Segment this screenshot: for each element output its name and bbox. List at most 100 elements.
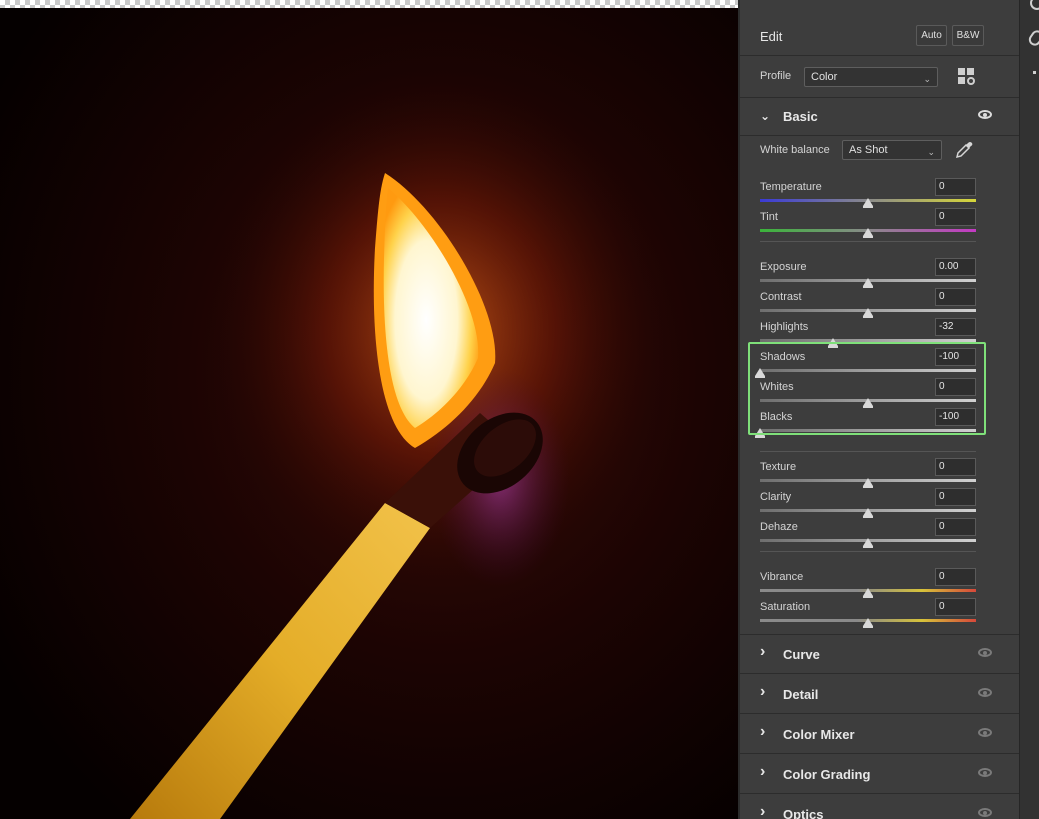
slider-label: Saturation [760,601,811,613]
divider [760,451,976,452]
slider-value-input[interactable]: 0 [935,288,976,306]
eye-icon[interactable] [978,648,992,657]
chevron-right-icon: › [760,803,766,819]
white-balance-dropdown[interactable]: As Shot ⌄ [842,140,942,160]
white-balance-value: As Shot [849,144,888,156]
slider-saturation[interactable]: Saturation 0 [760,598,976,631]
grid-icon[interactable] [958,68,976,86]
slider-value-input[interactable]: 0 [935,178,976,196]
slider-label: Dehaze [760,521,798,533]
slider-label: Shadows [760,351,806,363]
chevron-down-icon: ⌄ [923,74,931,84]
edit-tool-icon[interactable] [1030,0,1039,10]
eye-icon[interactable] [978,808,992,817]
slider-value-input[interactable]: 0 [935,208,976,226]
chevron-right-icon: › [760,723,766,740]
section-optics[interactable]: › Optics [740,796,1021,819]
slider-vibrance[interactable]: Vibrance 0 [760,568,976,601]
chevron-right-icon: › [760,763,766,780]
slider-tint[interactable]: Tint 0 [760,208,976,241]
slider-value-input[interactable]: 0 [935,458,976,476]
auto-button[interactable]: Auto [916,25,947,46]
section-curve[interactable]: › Curve [740,636,1021,674]
slider-label: Texture [760,461,797,473]
section-detail[interactable]: › Detail [740,676,1021,714]
more-tools-icon[interactable] [1033,71,1036,74]
divider [760,551,976,552]
divider [760,241,976,242]
slider-label: Blacks [760,411,793,423]
slider-clarity[interactable]: Clarity 0 [760,488,976,521]
slider-thumb[interactable] [863,538,873,548]
image-canvas[interactable] [0,0,738,819]
slider-thumb[interactable] [755,428,765,438]
slider-whites[interactable]: Whites 0 [760,378,976,411]
slider-track[interactable] [760,339,976,342]
section-label: Color Grading [783,767,871,782]
chevron-right-icon: › [760,643,766,660]
slider-label: Contrast [760,291,802,303]
chevron-down-icon: ⌄ [927,147,935,157]
bw-button[interactable]: B&W [952,25,984,46]
slider-texture[interactable]: Texture 0 [760,458,976,491]
slider-thumb[interactable] [755,368,765,378]
section-color-mixer[interactable]: › Color Mixer [740,716,1021,754]
chevron-down-icon: ⌄ [760,109,771,123]
slider-thumb[interactable] [863,588,873,598]
slider-exposure[interactable]: Exposure 0.00 [760,258,976,291]
slider-thumb[interactable] [863,618,873,628]
slider-value-input[interactable]: -100 [935,348,976,366]
slider-track[interactable] [760,369,976,372]
section-color-grading[interactable]: › Color Grading [740,756,1021,794]
profile-dropdown[interactable]: Color ⌄ [804,67,938,87]
slider-value-input[interactable]: -100 [935,408,976,426]
slider-thumb[interactable] [863,398,873,408]
profile-value: Color [811,71,838,83]
slider-highlights[interactable]: Highlights -32 [760,318,976,351]
slider-value-input[interactable]: 0 [935,488,976,506]
section-label: Optics [783,807,824,819]
eye-icon[interactable] [978,728,992,737]
transparency-checkerboard [0,0,738,8]
slider-value-input[interactable]: 0 [935,518,976,536]
slider-blacks[interactable]: Blacks -100 [755,408,976,441]
slider-label: Highlights [760,321,809,333]
slider-value-input[interactable]: 0 [935,598,976,616]
eye-icon[interactable] [978,688,992,697]
slider-thumb[interactable] [828,338,839,348]
white-balance-row: White balance As Shot ⌄ [740,136,1021,166]
white-balance-label: White balance [760,144,830,156]
slider-thumb[interactable] [863,308,873,318]
eye-icon[interactable] [978,110,992,119]
slider-thumb[interactable] [863,478,873,488]
slider-temperature[interactable]: Temperature 0 [760,178,976,211]
section-basic[interactable]: ⌄ Basic [740,98,1021,136]
section-basic-label: Basic [783,109,818,124]
section-label: Curve [783,647,820,662]
section-label: Detail [783,687,819,702]
slider-label: Tint [760,211,778,223]
eyedropper-icon[interactable] [954,140,974,160]
slider-thumb[interactable] [863,278,873,288]
slider-shadows[interactable]: Shadows -100 [755,348,976,381]
chevron-right-icon: › [760,683,766,700]
slider-dehaze[interactable]: Dehaze 0 [760,518,976,551]
tool-strip [1019,0,1039,819]
eye-icon[interactable] [978,768,992,777]
profile-label: Profile [760,70,792,82]
slider-value-input[interactable]: -32 [935,318,976,336]
section-label: Color Mixer [783,727,855,742]
slider-value-input[interactable]: 0 [935,378,976,396]
healing-tool-icon[interactable] [1026,28,1039,48]
slider-track[interactable] [760,429,976,432]
slider-label: Temperature [760,181,822,193]
slider-thumb[interactable] [863,508,873,518]
slider-value-input[interactable]: 0 [935,568,976,586]
slider-label: Clarity [760,491,792,503]
slider-label: Whites [760,381,794,393]
slider-value-input[interactable]: 0.00 [935,258,976,276]
slider-thumb[interactable] [863,198,873,208]
panel-title: Edit [760,29,783,44]
slider-thumb[interactable] [863,228,873,238]
slider-contrast[interactable]: Contrast 0 [760,288,976,321]
